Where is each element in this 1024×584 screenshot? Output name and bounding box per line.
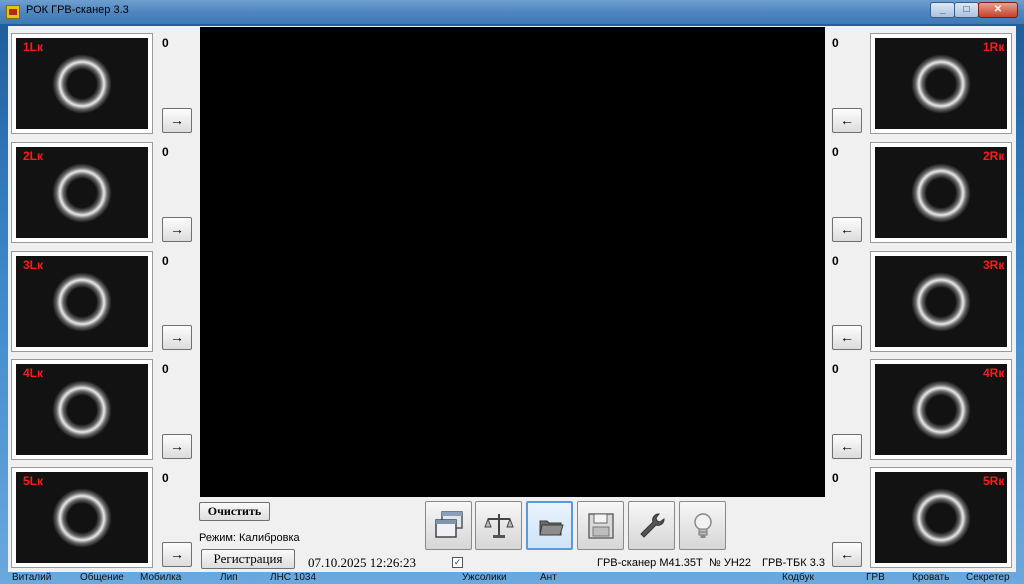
shortcut-label[interactable]: Кодбук <box>782 572 814 584</box>
thumbnail-label: 3Lк <box>23 258 44 272</box>
right-thumbnail-5[interactable]: 5Rк <box>870 467 1012 568</box>
wrench-icon <box>640 513 665 538</box>
move-right-button[interactable]: → <box>162 542 192 567</box>
move-left-button[interactable]: ← <box>832 542 862 567</box>
lamp-button[interactable] <box>679 501 726 550</box>
thumbnail-value: 0 <box>832 145 839 159</box>
thumbnail-value: 0 <box>162 145 169 159</box>
thumbnail-value: 0 <box>832 362 839 376</box>
close-button[interactable]: ✕ <box>978 2 1018 18</box>
lightbulb-icon <box>694 513 712 538</box>
shortcut-label[interactable]: Секретер <box>966 572 1010 584</box>
left-thumbnail-5[interactable]: 5Lк <box>11 467 153 568</box>
desktop-shortcut-labels: Виталий Общение Мобилка Лип ЛНС 1034 Ужс… <box>0 572 1024 584</box>
left-thumbnail-1[interactable]: 1Lк <box>11 33 153 134</box>
client-area: 1Lк 0 → 2Lк 0 → 3Lк 0 → 4Lк 0 → 5Lк 0 → <box>8 26 1016 572</box>
settings-button[interactable] <box>628 501 675 550</box>
thumbnail-label: 5Rк <box>983 474 1005 488</box>
thumbnail-label: 2Lк <box>23 149 44 163</box>
save-icon <box>588 513 614 539</box>
move-right-button[interactable]: → <box>162 325 192 350</box>
maximize-button[interactable]: □ <box>954 2 979 18</box>
move-right-button[interactable]: → <box>162 217 192 242</box>
folder-icon <box>539 520 564 536</box>
move-left-button[interactable]: ← <box>832 325 862 350</box>
window-title: РОК ГРВ-сканер 3.3 <box>26 4 129 16</box>
right-thumbnail-3[interactable]: 3Rк <box>870 251 1012 352</box>
thumbnail-value: 0 <box>162 362 169 376</box>
shortcut-label[interactable]: Общение <box>80 572 124 584</box>
thumbnail-value: 0 <box>832 471 839 485</box>
app-window: РОК ГРВ-сканер 3.3 _ □ ✕ 1Lк 0 → 2Lк 0 →… <box>0 0 1024 572</box>
app-logo-icon <box>6 5 20 19</box>
windows-button[interactable] <box>425 501 472 550</box>
move-left-button[interactable]: ← <box>832 434 862 459</box>
thumbnail-label: 1Lк <box>23 40 44 54</box>
thumbnail-label: 2Rк <box>983 149 1005 163</box>
move-right-button[interactable]: → <box>162 108 192 133</box>
windows-icon <box>435 511 463 538</box>
shortcut-label[interactable]: Лип <box>220 572 238 584</box>
option-checkbox[interactable]: ✓ <box>452 557 463 568</box>
thumbnail-label: 5Lк <box>23 474 44 488</box>
move-left-button[interactable]: ← <box>832 108 862 133</box>
clear-button[interactable]: Очистить <box>199 502 270 521</box>
move-right-button[interactable]: → <box>162 434 192 459</box>
right-thumbnail-2[interactable]: 2Rк <box>870 142 1012 243</box>
software-version-label: ГРВ-ТБК 3.3 <box>762 557 825 569</box>
shortcut-label[interactable]: Мобилка <box>140 572 181 584</box>
device-model-label: ГРВ-сканер М41.35Т <box>597 557 703 569</box>
left-thumbnail-3[interactable]: 3Lк <box>11 251 153 352</box>
move-left-button[interactable]: ← <box>832 217 862 242</box>
shortcut-label[interactable]: Кровать <box>912 572 949 584</box>
shortcut-label[interactable]: Ант <box>540 572 557 584</box>
registration-button[interactable]: Регистрация <box>201 549 295 569</box>
save-button[interactable] <box>577 501 624 550</box>
thumbnail-label: 1Rк <box>983 40 1005 54</box>
shortcut-label[interactable]: Ужсолики <box>462 572 507 584</box>
scales-button[interactable] <box>475 501 522 550</box>
right-thumbnail-1[interactable]: 1Rк <box>870 33 1012 134</box>
thumbnail-label: 3Rк <box>983 258 1005 272</box>
device-number-label: № УН22 <box>709 557 752 569</box>
thumbnail-value: 0 <box>162 36 169 50</box>
datetime-display: 07.10.2025 12:26:23 <box>308 555 416 570</box>
scales-icon <box>484 514 514 538</box>
title-bar[interactable]: РОК ГРВ-сканер 3.3 _ □ ✕ <box>0 0 1024 24</box>
mode-label: Режим: Калибровка <box>199 532 300 544</box>
thumbnail-value: 0 <box>162 254 169 268</box>
left-thumbnail-4[interactable]: 4Lк <box>11 359 153 460</box>
thumbnail-value: 0 <box>832 254 839 268</box>
shortcut-label[interactable]: ЛНС 1034 <box>270 572 316 584</box>
shortcut-label[interactable]: Виталий <box>12 572 51 584</box>
thumbnail-label: 4Lк <box>23 366 44 380</box>
open-folder-button[interactable] <box>526 501 573 550</box>
main-image-viewer[interactable] <box>200 27 825 497</box>
thumbnail-value: 0 <box>162 471 169 485</box>
right-thumbnail-4[interactable]: 4Rк <box>870 359 1012 460</box>
minimize-button[interactable]: _ <box>930 2 955 18</box>
thumbnail-label: 4Rк <box>983 366 1005 380</box>
thumbnail-value: 0 <box>832 36 839 50</box>
shortcut-label[interactable]: ГРВ <box>866 572 885 584</box>
left-thumbnail-2[interactable]: 2Lк <box>11 142 153 243</box>
